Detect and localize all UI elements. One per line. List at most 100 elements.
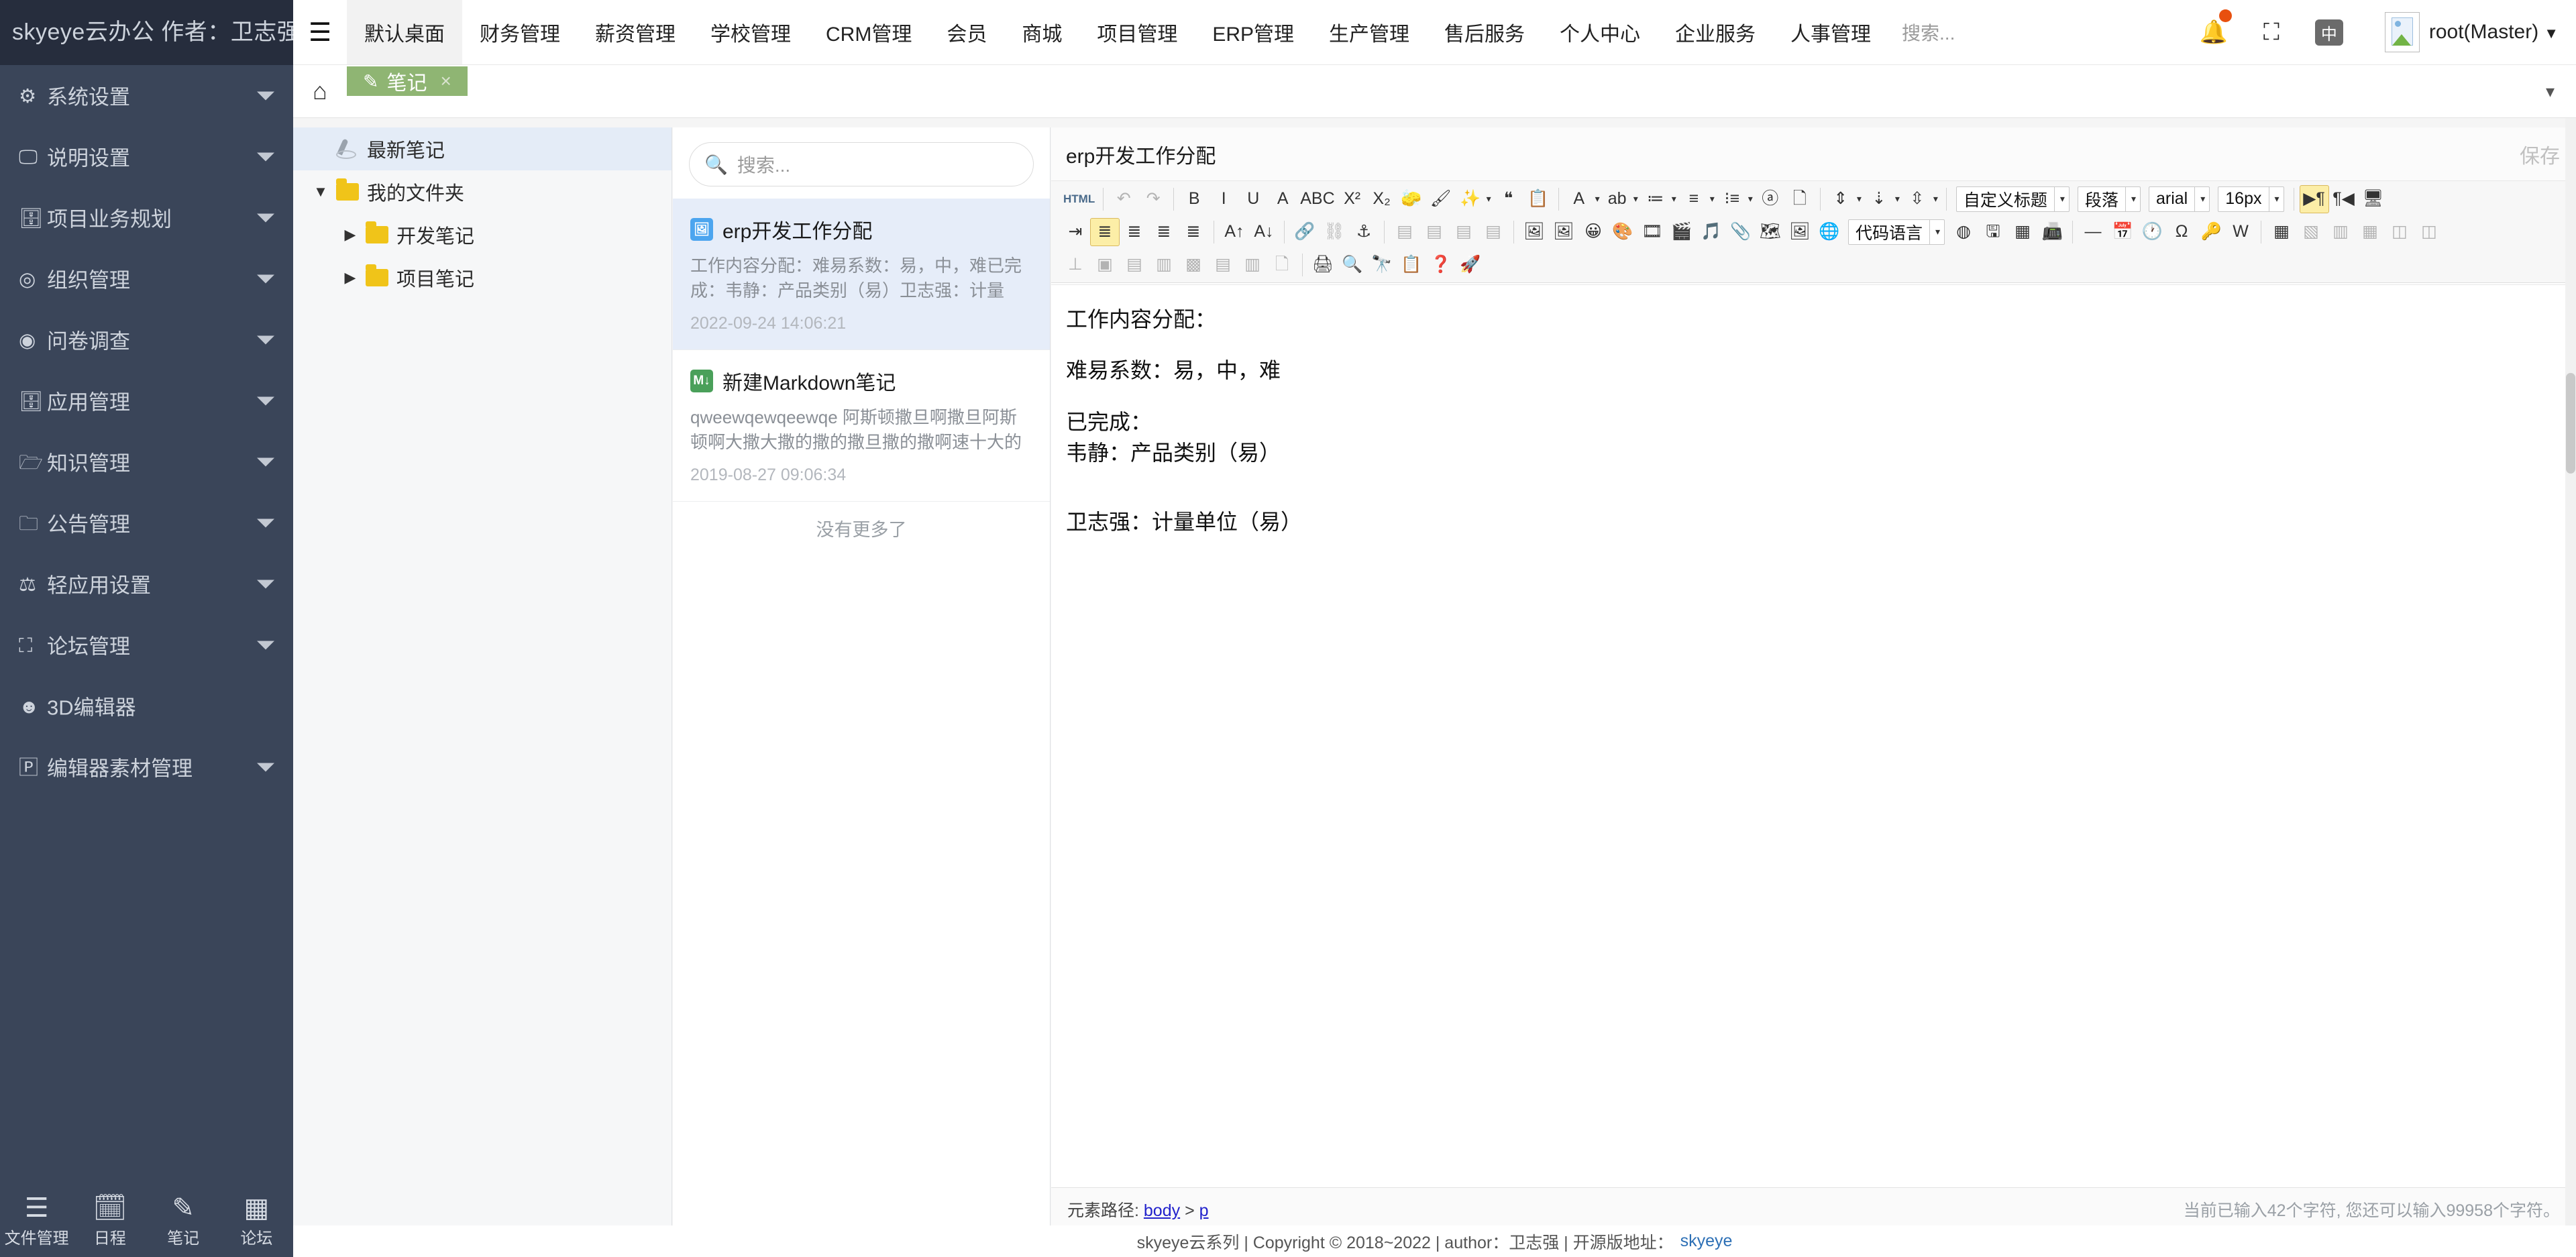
- chevron-down-icon[interactable]: [257, 91, 274, 100]
- page-break-button[interactable]: 🗋: [1785, 185, 1815, 213]
- close-icon[interactable]: ×: [440, 70, 451, 92]
- superscript-button[interactable]: X²: [1338, 185, 1367, 213]
- top-nav-item-8[interactable]: ERP管理: [1195, 0, 1311, 64]
- chevron-down-icon[interactable]: [257, 457, 274, 466]
- path-body-link[interactable]: body: [1144, 1201, 1180, 1220]
- table-cols-button[interactable]: ▥: [1238, 251, 1267, 279]
- chevron-down-icon[interactable]: [257, 396, 274, 405]
- table-grid-button[interactable]: ▩: [1179, 251, 1208, 279]
- tree-item-1[interactable]: ▼我的文件夹: [293, 170, 672, 213]
- note-card-0[interactable]: 🖼erp开发工作分配工作内容分配：难易系数：易，中，难已完成：韦静：产品类别（易…: [673, 199, 1050, 350]
- dock-item-1[interactable]: 🗓日程: [73, 1183, 146, 1257]
- chevron-down-icon[interactable]: [257, 763, 274, 771]
- note-title-input[interactable]: erp开发工作分配: [1051, 140, 2520, 169]
- underline-button[interactable]: U: [1238, 185, 1268, 213]
- rtl-direction-button[interactable]: ¶◀: [2329, 185, 2359, 213]
- sidebar-item-9[interactable]: ⛶论坛管理: [0, 614, 293, 675]
- clear-format-button[interactable]: ✨: [1456, 185, 1485, 213]
- chevron-down-icon[interactable]: ▾: [2269, 187, 2279, 211]
- link-button[interactable]: 🔗: [1290, 218, 1320, 246]
- tree-item-3[interactable]: ▶项目笔记: [293, 256, 672, 299]
- spacing-button-caret-icon[interactable]: ▾: [1933, 193, 1938, 205]
- top-nav-item-10[interactable]: 售后服务: [1427, 0, 1542, 64]
- top-nav-item-0[interactable]: 默认桌面: [347, 0, 462, 64]
- format-brush-button[interactable]: 🖌: [1426, 185, 1456, 213]
- top-nav-item-7[interactable]: 项目管理: [1079, 0, 1195, 64]
- top-nav-item-1[interactable]: 财务管理: [462, 0, 578, 64]
- bell-icon[interactable]: 🔔: [2185, 19, 2243, 46]
- sidebar-item-3[interactable]: ◎组织管理: [0, 248, 293, 309]
- paragraph-spacing-button-caret-icon[interactable]: ▾: [1895, 193, 1900, 205]
- chevron-down-icon[interactable]: [257, 580, 274, 588]
- img-float-right-button[interactable]: ▤: [1449, 218, 1479, 246]
- anchor-text-button[interactable]: ⓐ: [1756, 185, 1785, 213]
- top-nav-item-6[interactable]: 商城: [1004, 0, 1079, 64]
- top-nav-item-11[interactable]: 个人中心: [1542, 0, 1658, 64]
- rocket-button[interactable]: 🚀: [1456, 251, 1485, 279]
- merge-cells-button[interactable]: ⊥: [1061, 251, 1090, 279]
- help-button[interactable]: ❓: [1426, 251, 1456, 279]
- insert-date-button[interactable]: 📅: [2108, 218, 2137, 246]
- img-float-center-button[interactable]: ▤: [1419, 218, 1449, 246]
- tree-item-2[interactable]: ▶开发笔记: [293, 213, 672, 256]
- sidebar-item-7[interactable]: 🗀公告管理: [0, 492, 293, 553]
- font-family-select[interactable]: arial▾: [2149, 186, 2210, 212]
- webapp-button[interactable]: 🌐: [1815, 218, 1844, 246]
- dock-item-3[interactable]: ▦论坛: [220, 1183, 293, 1257]
- tree-caret-icon[interactable]: ▶: [335, 269, 366, 286]
- background-button[interactable]: ◍: [1949, 218, 1978, 246]
- insert-col-right-button[interactable]: ◫: [2414, 218, 2444, 246]
- chevron-down-icon[interactable]: [257, 274, 274, 283]
- table-title-button[interactable]: ▥: [2326, 218, 2355, 246]
- undo-button[interactable]: ↶: [1109, 185, 1138, 213]
- blockquote-button[interactable]: ❝: [1494, 185, 1523, 213]
- chevron-down-icon[interactable]: [257, 518, 274, 527]
- sidebar-item-0[interactable]: ⚙系统设置: [0, 65, 293, 126]
- insert-row-button[interactable]: ▦: [2355, 218, 2385, 246]
- print-button[interactable]: 🖨: [1308, 251, 1338, 279]
- sidebar-item-8[interactable]: ⚖轻应用设置: [0, 553, 293, 614]
- paragraph-spacing-button[interactable]: ⇣: [1864, 185, 1894, 213]
- tree-item-0[interactable]: 最新笔记: [293, 127, 672, 170]
- preview-button[interactable]: 🖥: [2359, 185, 2388, 213]
- top-search-input[interactable]: 搜索...: [1888, 0, 2110, 64]
- clipboard-button[interactable]: 📋: [1397, 251, 1426, 279]
- insert-table-button[interactable]: ▦: [2267, 218, 2296, 246]
- chevron-down-icon[interactable]: ▾: [2125, 187, 2136, 211]
- language-icon[interactable]: 中: [2300, 19, 2358, 46]
- split-row-button[interactable]: ▥: [1149, 251, 1179, 279]
- dock-item-2[interactable]: ✎笔记: [147, 1183, 220, 1257]
- chevron-down-icon[interactable]: ▾: [1929, 220, 1940, 244]
- save-button[interactable]: 保存: [2520, 140, 2560, 169]
- increase-font-button[interactable]: A↑: [1220, 218, 1249, 246]
- strikethrough-button[interactable]: ABC: [1297, 185, 1337, 213]
- line-height-button-caret-icon[interactable]: ▾: [1857, 193, 1862, 205]
- map-button[interactable]: 🗺: [1756, 218, 1785, 246]
- note-card-1[interactable]: M↓新建Markdown笔记qweewqewqeewqe 阿斯顿撒旦啊撒旦阿斯顿…: [673, 350, 1050, 502]
- split-col-button[interactable]: ▤: [1120, 251, 1149, 279]
- img-float-none-button[interactable]: ▤: [1479, 218, 1508, 246]
- eraser-button[interactable]: 🧽: [1397, 185, 1426, 213]
- sidebar-item-4[interactable]: ◉问卷调查: [0, 309, 293, 370]
- search-input[interactable]: 🔍 搜索...: [689, 142, 1034, 186]
- font-color-button[interactable]: A: [1564, 185, 1594, 213]
- bullet-list-button-caret-icon[interactable]: ▾: [1748, 193, 1753, 205]
- editor-body[interactable]: 工作内容分配：难易系数：易，中，难已完成：韦静：产品类别（易）卫志强：计量单位（…: [1051, 284, 2576, 1187]
- open-tab-0[interactable]: ✎笔记×: [347, 66, 468, 96]
- custom-heading-select[interactable]: 自定义标题▾: [1956, 186, 2070, 212]
- spacing-button[interactable]: ⇳: [1902, 185, 1932, 213]
- attachment-button[interactable]: 📎: [1726, 218, 1756, 246]
- subscript-button[interactable]: X₂: [1367, 185, 1397, 213]
- image-gallery-button[interactable]: 🖼: [1549, 218, 1578, 246]
- unordered-list-button-caret-icon[interactable]: ▾: [1710, 193, 1715, 205]
- insert-film-button[interactable]: 🎬: [1667, 218, 1697, 246]
- chevron-down-icon[interactable]: ▾: [2546, 65, 2576, 117]
- align-left-button[interactable]: ≣: [1090, 218, 1120, 246]
- tree-caret-icon[interactable]: ▼: [305, 183, 336, 201]
- border-text-button[interactable]: A: [1268, 185, 1297, 213]
- top-nav-item-13[interactable]: 人事管理: [1773, 0, 1888, 64]
- dock-item-0[interactable]: ☰文件管理: [0, 1183, 73, 1257]
- user-menu[interactable]: root(Master)▼: [2429, 21, 2559, 44]
- paragraph-select[interactable]: 段落▾: [2078, 186, 2141, 212]
- tree-caret-icon[interactable]: ▶: [335, 226, 366, 243]
